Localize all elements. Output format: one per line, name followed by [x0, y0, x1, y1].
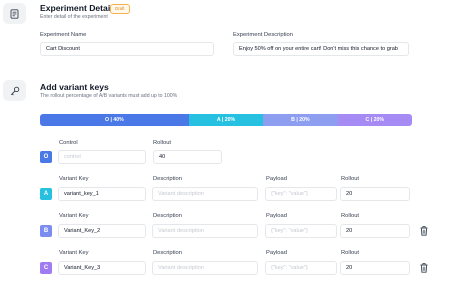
trash-icon: [420, 226, 427, 236]
variant-description-label: Description: [153, 176, 182, 182]
variant-key-label: Variant Key: [59, 213, 89, 219]
rollout-segment: B | 20%: [263, 114, 338, 126]
details-title: Experiment Details: [40, 3, 118, 13]
variant-key-input[interactable]: [58, 187, 146, 201]
document-icon: [10, 8, 19, 19]
variant-payload-label: Payload: [266, 250, 287, 256]
delete-variant-button[interactable]: [419, 263, 428, 273]
variant-description-input[interactable]: [152, 187, 258, 201]
control-label: Control: [59, 140, 78, 146]
variant-key-input[interactable]: [58, 261, 146, 275]
variants-title: Add variant keys: [40, 82, 109, 92]
control-rollout-input[interactable]: [153, 150, 222, 164]
variant-badge: C: [40, 262, 52, 274]
variant-rollout-label: Rollout: [341, 213, 360, 219]
variant-payload-label: Payload: [266, 213, 287, 219]
details-section-icon[interactable]: [3, 3, 26, 24]
variant-key-label: Variant Key: [59, 250, 89, 256]
variant-description-input[interactable]: [152, 261, 258, 275]
variant-description-label: Description: [153, 213, 182, 219]
variant-rollout-input[interactable]: [340, 187, 410, 201]
variant-rollout-label: Rollout: [341, 176, 360, 182]
experiment-description-label: Experiment Description: [233, 32, 293, 38]
variant-key-input[interactable]: [58, 224, 146, 238]
control-rollout-label: Rollout: [153, 140, 172, 146]
variant-rollout-input[interactable]: [340, 261, 410, 275]
rollout-segment: A | 20%: [188, 114, 264, 126]
variants-section-icon[interactable]: [3, 80, 26, 101]
status-badge: Draft: [110, 4, 130, 14]
variant-key-label: Variant Key: [59, 176, 89, 182]
trash-icon: [420, 263, 427, 273]
variant-rollout-label: Rollout: [341, 250, 360, 256]
variant-description-input[interactable]: [152, 224, 258, 238]
variant-payload-input[interactable]: [265, 187, 337, 201]
variant-payload-input[interactable]: [265, 224, 337, 238]
details-subtitle: Enter detail of the experiment: [40, 14, 108, 20]
variant-description-label: Description: [153, 250, 182, 256]
variant-payload-label: Payload: [266, 176, 287, 182]
variant-badge: A: [40, 188, 52, 200]
variant-payload-input[interactable]: [265, 261, 337, 275]
control-key-input[interactable]: [58, 150, 146, 164]
rollout-segment: C | 20%: [337, 114, 412, 126]
rollout-segment: O | 40%: [40, 114, 189, 126]
variant-rollout-input[interactable]: [340, 224, 410, 238]
key-icon: [10, 86, 19, 95]
experiment-name-label: Experiment Name: [40, 32, 87, 38]
variant-badge: B: [40, 225, 52, 237]
experiment-description-field[interactable]: [233, 42, 409, 56]
delete-variant-button[interactable]: [419, 226, 428, 236]
control-badge: O: [40, 151, 52, 163]
experiment-name-field[interactable]: [40, 42, 214, 56]
variants-subtitle: The rollout percentage of A/B variants m…: [40, 93, 178, 99]
